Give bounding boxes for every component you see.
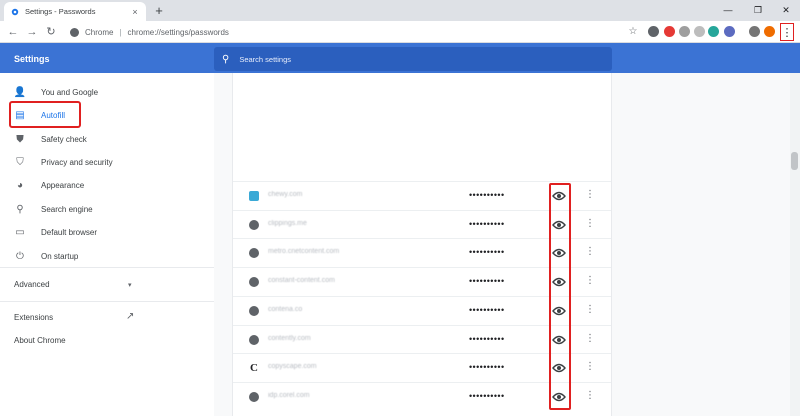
shield-icon: ⛊ bbox=[16, 133, 24, 145]
sidebar-item-you-and-google[interactable]: 👤 You and Google bbox=[0, 81, 98, 103]
password-value: •••••••••• bbox=[469, 247, 505, 258]
sidebar-item-on-startup[interactable]: ⏻ On startup bbox=[0, 245, 78, 267]
more-actions-icon[interactable]: ⋮ bbox=[585, 275, 595, 286]
password-site: contently.com bbox=[268, 334, 311, 342]
site-favicon-icon bbox=[249, 191, 259, 201]
chevron-down-icon[interactable]: ▾ bbox=[128, 281, 132, 289]
address-scheme: Chrome bbox=[85, 27, 114, 37]
sidebar-advanced[interactable]: Advanced bbox=[14, 280, 50, 289]
person-icon: 👤 bbox=[13, 86, 27, 98]
globe-icon bbox=[249, 277, 259, 288]
globe-icon bbox=[249, 391, 259, 402]
forward-button[interactable]: → bbox=[25, 25, 39, 39]
sidebar-item-search-engine[interactable]: ⚲ Search engine bbox=[0, 198, 93, 220]
sidebar-item-label: Default browser bbox=[41, 227, 98, 237]
password-site: copyscape.com bbox=[268, 363, 317, 371]
power-icon: ⏻ bbox=[16, 250, 24, 262]
extension-icon[interactable] bbox=[764, 26, 775, 37]
extension-icon[interactable] bbox=[664, 26, 675, 37]
more-actions-icon[interactable]: ⋮ bbox=[585, 189, 595, 200]
more-actions-icon[interactable]: ⋮ bbox=[585, 218, 595, 229]
password-value: •••••••••• bbox=[469, 190, 505, 200]
sidebar-item-default-browser[interactable]: ▭ Default browser bbox=[0, 221, 97, 243]
settings-search[interactable]: ⚲ bbox=[214, 47, 612, 71]
site-letter-icon: C bbox=[250, 362, 258, 375]
tab-strip: Settings - Passwords × + — ❐ ✕ bbox=[0, 0, 800, 21]
tab-title: Settings - Passwords bbox=[25, 7, 96, 16]
sidebar-item-privacy-and-security[interactable]: ⛉ Privacy and security bbox=[0, 151, 113, 173]
browser-toolbar: ← → ↻ Chrome | chrome://settings/passwor… bbox=[0, 21, 800, 43]
extension-icon[interactable] bbox=[679, 26, 690, 37]
extension-icon[interactable] bbox=[749, 26, 760, 37]
sidebar-item-label: Privacy and security bbox=[41, 157, 113, 167]
search-icon: ⚲ bbox=[16, 203, 24, 215]
gear-icon bbox=[10, 7, 20, 17]
password-site: metro.cnetcontent.com bbox=[268, 248, 340, 256]
back-button[interactable]: ← bbox=[6, 25, 20, 39]
window-close-button[interactable]: ✕ bbox=[774, 2, 798, 18]
address-bar[interactable]: Chrome | chrome://settings/passwords bbox=[64, 23, 644, 41]
sidebar-item-label: Appearance bbox=[41, 180, 85, 190]
reload-button[interactable]: ↻ bbox=[44, 25, 58, 39]
new-tab-button[interactable]: + bbox=[152, 4, 166, 18]
extension-icon[interactable] bbox=[724, 26, 735, 37]
password-value: •••••••••• bbox=[469, 390, 505, 401]
address-url: chrome://settings/passwords bbox=[127, 27, 229, 37]
more-actions-icon[interactable]: ⋮ bbox=[585, 390, 595, 401]
more-actions-icon[interactable]: ⋮ bbox=[585, 246, 595, 257]
password-value: •••••••••• bbox=[469, 304, 505, 315]
scrollbar-thumb[interactable] bbox=[791, 152, 798, 170]
password-value: •••••••••• bbox=[469, 276, 505, 287]
sidebar-extensions[interactable]: Extensions bbox=[14, 313, 53, 322]
bookmark-star-icon[interactable]: ☆ bbox=[626, 25, 640, 39]
password-value: •••••••••• bbox=[469, 333, 505, 344]
globe-icon bbox=[249, 219, 259, 230]
sidebar-item-safety-check[interactable]: ⛊ Safety check bbox=[0, 128, 87, 150]
search-input[interactable] bbox=[239, 54, 540, 64]
address-separator: | bbox=[119, 27, 122, 37]
password-value: •••••••••• bbox=[469, 218, 505, 229]
autofill-highlight bbox=[9, 101, 81, 128]
password-site: clippings.me bbox=[268, 219, 307, 227]
more-actions-icon[interactable]: ⋮ bbox=[585, 333, 595, 344]
password-site: chewy.com bbox=[268, 191, 303, 198]
sidebar-divider bbox=[0, 267, 214, 268]
sidebar-item-label: Safety check bbox=[41, 134, 87, 144]
chrome-site-icon bbox=[70, 27, 79, 37]
scrollbar[interactable] bbox=[790, 73, 800, 416]
globe-icon bbox=[249, 334, 259, 345]
settings-title: Settings bbox=[14, 54, 50, 64]
password-site: constant-content.com bbox=[268, 277, 335, 285]
minimize-button[interactable]: — bbox=[716, 2, 740, 18]
tab-close-icon[interactable]: × bbox=[130, 7, 140, 17]
maximize-button[interactable]: ❐ bbox=[746, 2, 770, 18]
sidebar-item-label: Search engine bbox=[41, 204, 93, 214]
password-site: idp.corel.com bbox=[268, 391, 310, 399]
password-site: contena.co bbox=[268, 305, 303, 313]
palette-icon: ◕ bbox=[16, 179, 24, 191]
extension-icon[interactable] bbox=[648, 26, 659, 37]
extension-icon[interactable] bbox=[694, 26, 705, 37]
password-value: •••••••••• bbox=[469, 362, 505, 373]
show-password-highlight bbox=[549, 183, 571, 410]
more-actions-icon[interactable]: ⋮ bbox=[585, 304, 595, 315]
search-icon: ⚲ bbox=[222, 53, 230, 65]
chrome-menu-button[interactable]: ⋮ bbox=[780, 23, 794, 41]
extension-icon[interactable] bbox=[708, 26, 719, 37]
sidebar-divider bbox=[0, 301, 214, 302]
browser-icon: ▭ bbox=[15, 226, 25, 238]
globe-icon bbox=[249, 248, 259, 259]
open-in-new-icon[interactable]: ↗ bbox=[126, 311, 134, 322]
globe-icon bbox=[249, 305, 259, 316]
sidebar-item-appearance[interactable]: ◕ Appearance bbox=[0, 174, 84, 196]
tab-settings-passwords[interactable]: Settings - Passwords × bbox=[4, 2, 146, 21]
shield-lock-icon: ⛉ bbox=[16, 156, 24, 168]
sidebar-about-chrome[interactable]: About Chrome bbox=[14, 336, 66, 345]
sidebar-item-label: On startup bbox=[41, 251, 79, 261]
sidebar-item-label: You and Google bbox=[41, 87, 99, 97]
more-actions-icon[interactable]: ⋮ bbox=[585, 361, 595, 372]
